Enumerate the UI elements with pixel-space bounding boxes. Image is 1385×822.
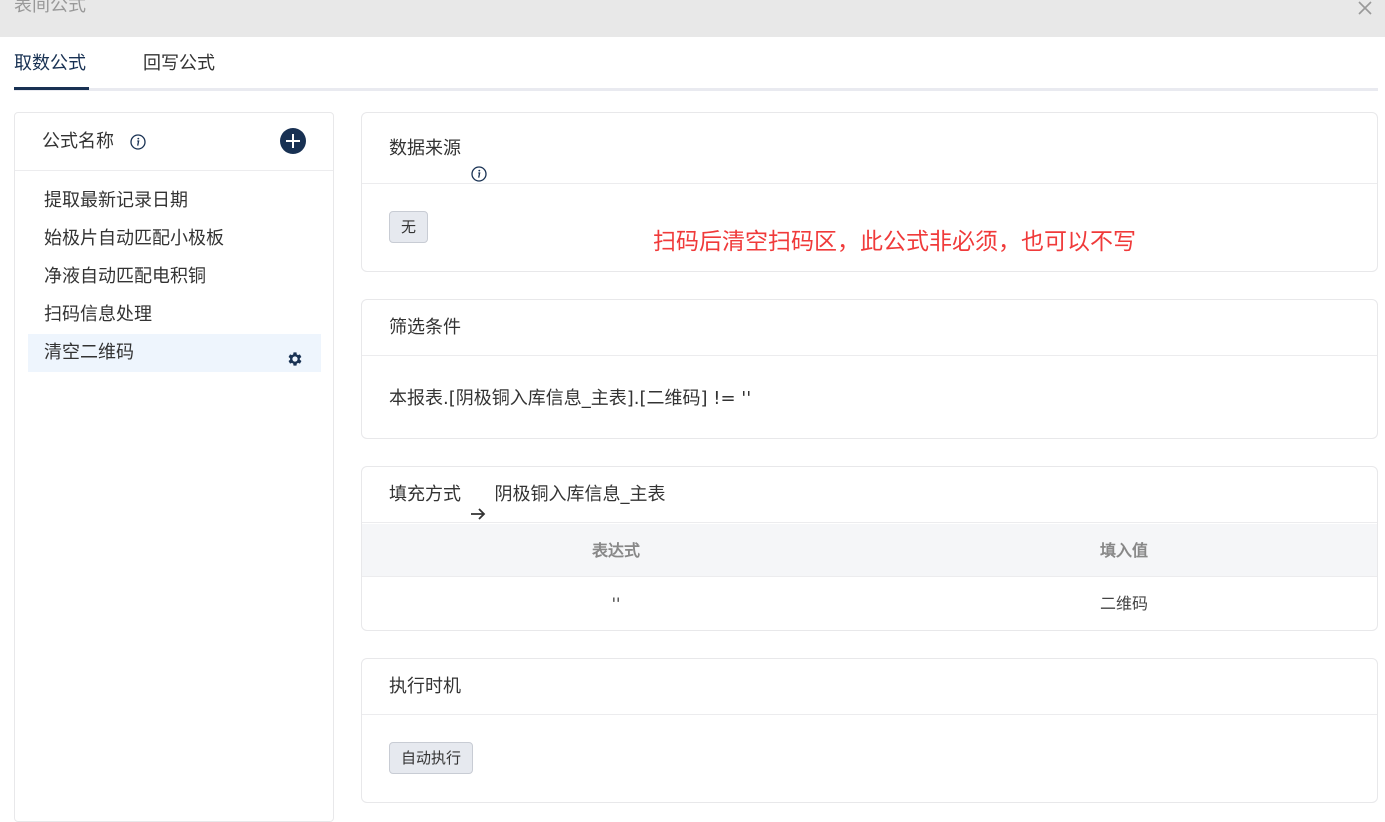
data-source-tag[interactable]: 无: [389, 211, 429, 243]
tab-writeback-formula[interactable]: 回写公式: [143, 51, 215, 77]
fill-card: 填充方式 阴极铜入库信息_主表 表达式 填入值 '' 二维码: [361, 466, 1378, 631]
fill-target: 阴极铜入库信息_主表: [494, 484, 666, 505]
formula-item[interactable]: 始极片自动匹配小极板: [28, 220, 321, 258]
fill-header: 填充方式 阴极铜入库信息_主表: [362, 467, 1377, 523]
fill-title: 填充方式: [389, 484, 461, 505]
formula-name-label: 公式名称: [42, 131, 114, 152]
active-tab-indicator: [14, 87, 89, 90]
formula-item-label: 清空二维码: [44, 342, 134, 363]
formula-item[interactable]: 提取最新记录日期: [28, 182, 321, 220]
add-formula-button[interactable]: [280, 128, 306, 154]
timing-header: 执行时机: [362, 659, 1377, 715]
filter-title: 筛选条件: [389, 317, 461, 338]
column-header-expression: 表达式: [591, 541, 640, 560]
formula-item[interactable]: 扫码信息处理: [28, 296, 321, 334]
filter-header: 筛选条件: [362, 300, 1377, 356]
table-cell-expression[interactable]: '': [362, 577, 870, 630]
info-icon[interactable]: [130, 134, 146, 150]
formula-list-panel: 公式名称 提取最新记录日期 始极片自动匹配小极板 净液自动匹配电积铜 扫码信息处…: [14, 112, 334, 822]
timing-tag[interactable]: 自动执行: [389, 742, 474, 774]
timing-title: 执行时机: [389, 676, 461, 697]
dialog-titlebar: 表间公式: [0, 0, 1385, 37]
column-header-value: 填入值: [1099, 541, 1148, 560]
formula-list-header: 公式名称: [15, 113, 333, 171]
timing-card: 执行时机 自动执行: [361, 658, 1378, 803]
table-header: 表达式 填入值: [362, 524, 1377, 577]
table-cell-value[interactable]: 二维码: [870, 577, 1377, 630]
gear-icon[interactable]: [286, 344, 304, 366]
formula-tabs: 取数公式 回写公式: [14, 37, 1378, 91]
annotation-note: 扫码后清空扫码区，此公式非必须，也可以不写: [653, 229, 1136, 255]
filter-card: 筛选条件 本报表.[阴极铜入库信息_主表].[二维码] != '': [361, 299, 1378, 439]
data-source-header: 数据来源: [362, 113, 1377, 184]
tab-fetch-formula[interactable]: 取数公式: [14, 51, 86, 77]
formula-item[interactable]: 净液自动匹配电积铜: [28, 258, 321, 296]
info-icon[interactable]: [471, 141, 487, 182]
data-source-title: 数据来源: [389, 138, 461, 159]
arrow-right-icon: [469, 488, 487, 520]
dialog-title: 表间公式: [14, 0, 86, 16]
close-icon[interactable]: [1355, 0, 1375, 18]
formula-item-selected[interactable]: 清空二维码: [28, 334, 321, 372]
filter-expression[interactable]: 本报表.[阴极铜入库信息_主表].[二维码] != '': [389, 386, 751, 412]
